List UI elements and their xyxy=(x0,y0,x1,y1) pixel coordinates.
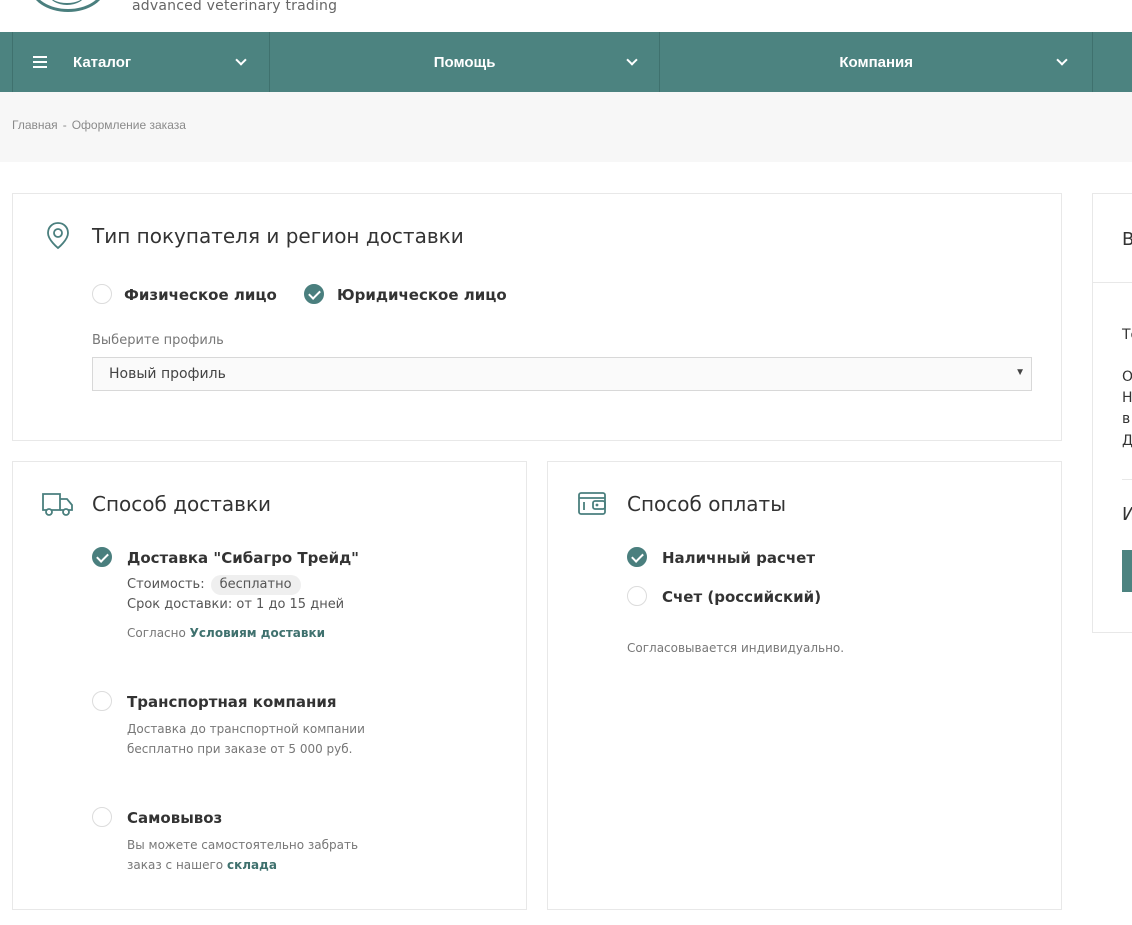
delivery-transport-desc-1: Доставка до транспортной компании xyxy=(127,722,365,736)
site-header: advanced veterinary trading xyxy=(0,0,1132,32)
chevron-down-icon xyxy=(235,54,247,66)
location-pin-icon xyxy=(47,222,69,250)
delivery-terms-prefix: Согласно xyxy=(127,626,186,640)
delivery-cost-row: Стоимость: бесплатно xyxy=(127,575,301,595)
payment-cash-label[interactable]: Наличный расчет xyxy=(662,549,815,567)
breadcrumb-bar: Главная - Оформление заказа xyxy=(0,92,1132,162)
radio-payment-cash[interactable] xyxy=(627,547,647,567)
breadcrumb: Главная - Оформление заказа xyxy=(12,118,186,132)
summary-line: в xyxy=(1122,411,1131,427)
profile-select-value: Новый профиль xyxy=(109,366,226,382)
radio-legal-entity-label[interactable]: Юридическое лицо xyxy=(337,286,507,304)
nav-company-label: Компания xyxy=(839,53,914,71)
nav-help-label: Помощь xyxy=(433,53,496,71)
profile-select[interactable]: Новый профиль ▼ xyxy=(92,357,1032,391)
delivery-transport-label[interactable]: Транспортная компания xyxy=(127,693,337,711)
breadcrumb-separator: - xyxy=(62,118,67,132)
nav-catalog-label: Каталог xyxy=(73,53,132,71)
delivery-term-value: от 1 до 15 дней xyxy=(236,597,345,612)
nav-catalog[interactable]: Каталог xyxy=(13,32,270,92)
radio-delivery-sibagro[interactable] xyxy=(92,547,112,567)
chevron-down-icon xyxy=(626,54,638,66)
delivery-terms-link[interactable]: Условиям доставки xyxy=(190,626,325,640)
radio-delivery-transport[interactable] xyxy=(92,691,112,711)
delivery-sibagro-label[interactable]: Доставка "Сибагро Трейд" xyxy=(127,549,359,567)
delivery-pickup-label[interactable]: Самовывоз xyxy=(127,809,222,827)
logo-tagline: advanced veterinary trading xyxy=(132,0,338,14)
payment-section-title: Способ оплаты xyxy=(627,492,786,516)
delivery-pickup-desc-1: Вы можете самостоятельно забрать xyxy=(127,838,359,852)
summary-divider xyxy=(1122,479,1132,480)
delivery-section-title: Способ доставки xyxy=(92,492,272,516)
buyer-section-title: Тип покупателя и регион доставки xyxy=(92,224,464,248)
radio-individual[interactable] xyxy=(92,284,112,304)
main-nav: Каталог Помощь Компания xyxy=(0,32,1132,92)
radio-delivery-pickup[interactable] xyxy=(92,807,112,827)
summary-total-label: И xyxy=(1122,504,1132,525)
chevron-down-icon xyxy=(1056,54,1069,66)
radio-individual-label[interactable]: Физическое лицо xyxy=(124,286,277,304)
nav-help[interactable]: Помощь xyxy=(270,32,661,92)
delivery-pickup-desc-prefix: заказ с нашего xyxy=(127,858,224,872)
logo-icon[interactable] xyxy=(30,0,106,12)
summary-divider xyxy=(1093,282,1132,283)
delivery-term-row: Срок доставки: от 1 до 15 дней xyxy=(127,595,344,615)
breadcrumb-current: Оформление заказа xyxy=(71,118,186,132)
payment-invoice-label[interactable]: Счет (российский) xyxy=(662,588,821,606)
payment-note: Согласовывается индивидуально. xyxy=(627,641,845,655)
payment-method-section: Способ оплаты Наличный расчет Счет (росс… xyxy=(547,461,1062,910)
delivery-terms-row: Согласно Условиям доставки xyxy=(127,623,325,643)
summary-line: Д xyxy=(1122,433,1132,449)
radio-payment-invoice[interactable] xyxy=(627,586,647,606)
warehouse-link[interactable]: склада xyxy=(227,858,277,872)
delivery-transport-desc-2: бесплатно при заказе от 5 000 руб. xyxy=(127,742,353,756)
summary-heading: В xyxy=(1122,229,1132,250)
delivery-method-section: Способ доставки Доставка "Сибагро Трейд"… xyxy=(12,461,527,910)
radio-legal-entity[interactable] xyxy=(304,284,324,304)
truck-icon xyxy=(42,493,73,516)
wallet-icon xyxy=(578,492,606,515)
summary-line: То xyxy=(1122,327,1132,343)
order-summary-panel: В То О Н в Д И xyxy=(1092,193,1132,633)
profile-select-label: Выберите профиль xyxy=(92,333,224,348)
nav-company[interactable]: Компания xyxy=(660,32,1092,92)
delivery-cost-label: Стоимость: xyxy=(127,577,205,592)
delivery-pickup-desc-2: заказ с нашего склада xyxy=(127,855,277,875)
delivery-term-label: Срок доставки: xyxy=(127,597,233,612)
summary-line: Н xyxy=(1122,390,1132,406)
place-order-button[interactable] xyxy=(1122,550,1132,592)
caret-down-icon: ▼ xyxy=(1015,367,1025,378)
breadcrumb-home-link[interactable]: Главная xyxy=(12,118,58,132)
buyer-type-section: Тип покупателя и регион доставки Физичес… xyxy=(12,193,1062,441)
menu-icon xyxy=(33,56,47,68)
delivery-cost-badge: бесплатно xyxy=(210,575,301,595)
summary-line: О xyxy=(1122,369,1132,385)
